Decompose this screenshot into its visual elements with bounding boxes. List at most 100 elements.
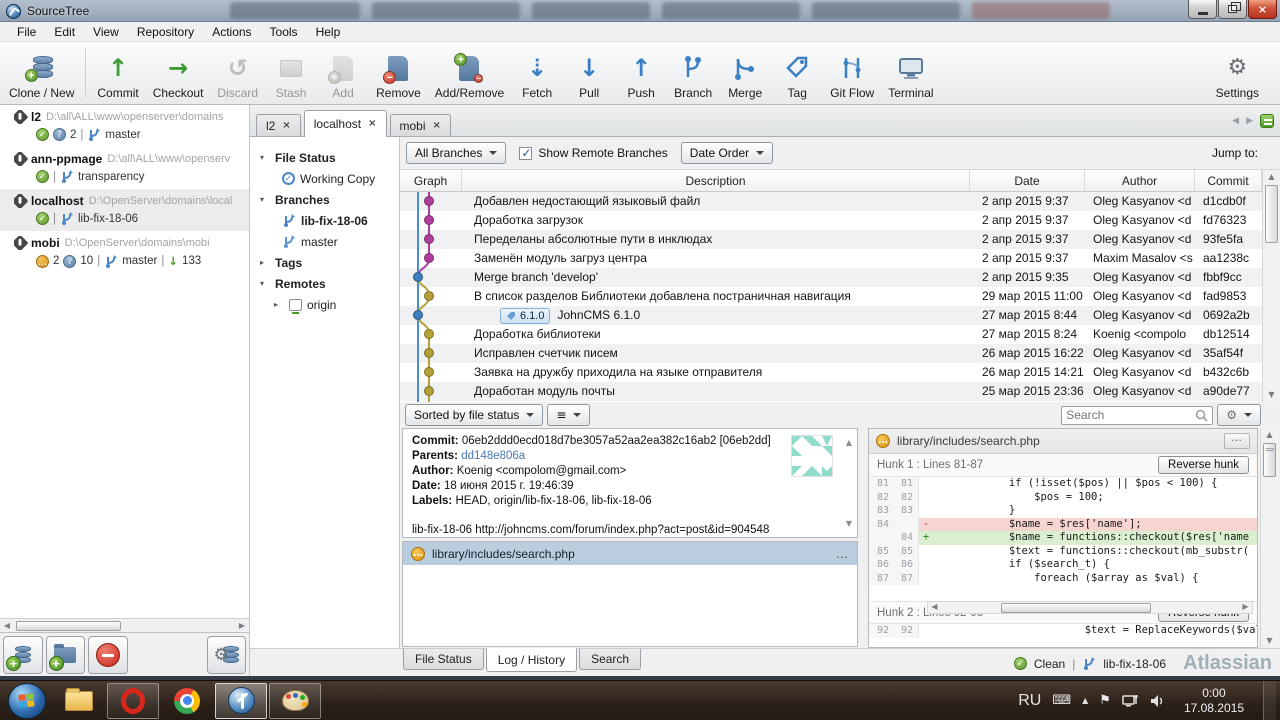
- merge-button[interactable]: Merge: [719, 44, 771, 102]
- column-header-description[interactable]: Description: [462, 170, 970, 191]
- column-header-commit[interactable]: Commit: [1195, 170, 1262, 191]
- tree-tags[interactable]: ▸ Tags: [250, 252, 399, 273]
- show-hidden-icons[interactable]: ▲: [1082, 696, 1088, 705]
- expander-icon[interactable]: ▾: [260, 195, 270, 204]
- sort-dropdown[interactable]: Sorted by file status: [405, 404, 543, 426]
- scroll-right-icon[interactable]: ▶: [235, 619, 249, 633]
- diff-hscrollbar[interactable]: ◀ ▶: [927, 601, 1253, 614]
- commit-row[interactable]: Добавлен недостающий языковый файл2 апр …: [400, 192, 1262, 211]
- tab-scroll-left-icon[interactable]: ◀: [1232, 116, 1239, 126]
- tag-button[interactable]: Tag: [771, 44, 823, 102]
- tree-remote-origin[interactable]: ▸ origin: [250, 294, 399, 315]
- commit-row[interactable]: Переделаны абсолютные пути в инклюдах2 а…: [400, 230, 1262, 249]
- tab-search[interactable]: Search: [579, 649, 641, 670]
- tree-file-status[interactable]: ▾ File Status: [250, 147, 399, 168]
- scroll-left-icon[interactable]: ◀: [0, 619, 14, 633]
- parent-commit-link[interactable]: dd148e806a: [461, 450, 525, 462]
- reverse-hunk-button[interactable]: Reverse hunk: [1158, 456, 1249, 474]
- expander-icon[interactable]: ▸: [260, 258, 270, 267]
- commit-row-tagged[interactable]: 6.1.0JohnCMS 6.1.027 мар 2015 8:44Oleg K…: [400, 306, 1262, 325]
- menu-repository[interactable]: Repository: [128, 23, 203, 41]
- column-header-date[interactable]: Date: [970, 170, 1085, 191]
- start-button[interactable]: [8, 683, 46, 719]
- menu-view[interactable]: View: [84, 23, 128, 41]
- commit-row[interactable]: Доработан модуль почты25 мар 2015 23:36O…: [400, 382, 1262, 401]
- scroll-thumb[interactable]: [1265, 185, 1278, 243]
- log-vscrollbar[interactable]: ▲ ▼: [1262, 170, 1280, 402]
- checkbox-checked-icon[interactable]: [519, 147, 532, 160]
- action-center-flag-icon[interactable]: ⚑: [1099, 693, 1111, 708]
- order-dropdown[interactable]: Date Order: [681, 142, 773, 164]
- clock[interactable]: 0:00 17.08.2015: [1176, 686, 1252, 716]
- close-tab-icon[interactable]: ×: [368, 119, 376, 129]
- search-input[interactable]: [1066, 408, 1195, 422]
- taskbar-explorer-icon[interactable]: [53, 683, 105, 719]
- commit-button[interactable]: ↑ Commit: [90, 44, 145, 102]
- show-desktop-button[interactable]: [1263, 681, 1276, 720]
- tab-scroll-right-icon[interactable]: ▶: [1246, 116, 1253, 126]
- diff-vscrollbar[interactable]: ▲ ▼: [1260, 428, 1278, 648]
- branch-button[interactable]: Branch: [667, 44, 719, 102]
- scroll-up-icon[interactable]: ▲: [1261, 428, 1278, 442]
- column-header-author[interactable]: Author: [1085, 170, 1195, 191]
- file-row-selected[interactable]: … library/includes/search.php …: [403, 542, 857, 565]
- settings-button[interactable]: ⚙ Settings: [1209, 44, 1266, 102]
- bookmark-settings-button[interactable]: ⚙: [207, 636, 247, 674]
- branch-filter-dropdown[interactable]: All Branches: [406, 142, 506, 164]
- remove-button[interactable]: − Remove: [369, 44, 428, 102]
- add-repository-button[interactable]: +: [3, 636, 43, 674]
- taskbar-chrome-icon[interactable]: [161, 683, 213, 719]
- minimize-button[interactable]: [1188, 0, 1217, 19]
- commit-row[interactable]: Merge branch 'develop'2 апр 2015 9:35Ole…: [400, 268, 1262, 287]
- commit-row[interactable]: Заявка на дружбу приходила на языке отпр…: [400, 363, 1262, 382]
- scroll-left-icon[interactable]: ◀: [928, 601, 941, 615]
- commit-row[interactable]: Доработка загрузок2 апр 2015 9:37Oleg Ka…: [400, 211, 1262, 230]
- search-options-dropdown[interactable]: ⚙: [1217, 404, 1261, 426]
- expander-icon[interactable]: ▾: [260, 279, 270, 288]
- show-remote-branches-checkbox[interactable]: Show Remote Branches: [519, 146, 667, 160]
- new-folder-button[interactable]: +: [46, 636, 86, 674]
- taskbar-paint-icon[interactable]: [269, 683, 321, 719]
- close-tab-icon[interactable]: ×: [282, 121, 290, 131]
- commit-row[interactable]: Заменён модуль загруз центра2 апр 2015 9…: [400, 249, 1262, 268]
- close-button[interactable]: ×: [1248, 0, 1277, 19]
- scroll-thumb[interactable]: [16, 621, 121, 631]
- fetch-button[interactable]: ⇣ Fetch: [511, 44, 563, 102]
- scroll-right-icon[interactable]: ▶: [1239, 601, 1252, 615]
- menu-file[interactable]: File: [8, 23, 45, 41]
- remove-bookmark-button[interactable]: [88, 636, 128, 674]
- push-button[interactable]: ↑ Push: [615, 44, 667, 102]
- menu-help[interactable]: Help: [307, 23, 350, 41]
- scroll-thumb[interactable]: [1263, 443, 1276, 477]
- diff-options-button[interactable]: …: [1224, 433, 1250, 449]
- terminal-button[interactable]: Terminal: [881, 44, 940, 102]
- add-remove-button[interactable]: + − Add/Remove: [428, 44, 511, 102]
- bookmark-repo-localhost[interactable]: localhost D:\OpenServer\domains\local ✓ …: [0, 189, 249, 231]
- keyboard-icon[interactable]: ⌨: [1052, 693, 1071, 708]
- language-indicator[interactable]: RU: [1018, 692, 1041, 710]
- commit-row[interactable]: Исправлен счетчик писем26 мар 2015 16:22…: [400, 344, 1262, 363]
- expander-icon[interactable]: ▸: [274, 300, 284, 309]
- checkout-button[interactable]: → Checkout: [146, 44, 211, 102]
- commit-row[interactable]: Доработка библиотеки27 мар 2015 8:24Koen…: [400, 325, 1262, 344]
- restore-button[interactable]: [1218, 0, 1247, 19]
- scroll-down-icon[interactable]: ▼: [1263, 388, 1280, 402]
- git-flow-button[interactable]: Git Flow: [823, 44, 881, 102]
- panel-scroll-down-icon[interactable]: ▼: [846, 516, 852, 531]
- bookmarks-hscrollbar[interactable]: ◀ ▶: [0, 618, 250, 632]
- new-tab-icon[interactable]: [1260, 114, 1274, 128]
- menu-actions[interactable]: Actions: [203, 23, 260, 41]
- clone-new-button[interactable]: + Clone / New: [2, 44, 81, 102]
- bookmark-repo-mobi[interactable]: mobi D:\OpenServer\domains\mobi … 2 ? 10…: [0, 231, 249, 274]
- tree-branch-master[interactable]: master: [250, 231, 399, 252]
- tab-l2[interactable]: l2 ×: [256, 114, 301, 136]
- tree-branch-lib-fix-18-06[interactable]: lib-fix-18-06: [250, 210, 399, 231]
- menu-edit[interactable]: Edit: [45, 23, 84, 41]
- tab-mobi[interactable]: mobi ×: [390, 114, 451, 136]
- column-header-graph[interactable]: Graph: [400, 170, 462, 191]
- menu-tools[interactable]: Tools: [261, 23, 307, 41]
- tab-localhost[interactable]: localhost ×: [304, 110, 387, 137]
- view-options-dropdown[interactable]: ≡: [547, 404, 590, 426]
- scroll-up-icon[interactable]: ▲: [1263, 170, 1280, 184]
- bookmark-repo-l2[interactable]: l2 D:\all\ALL\www\openserver\domains ✓ ?…: [0, 105, 249, 147]
